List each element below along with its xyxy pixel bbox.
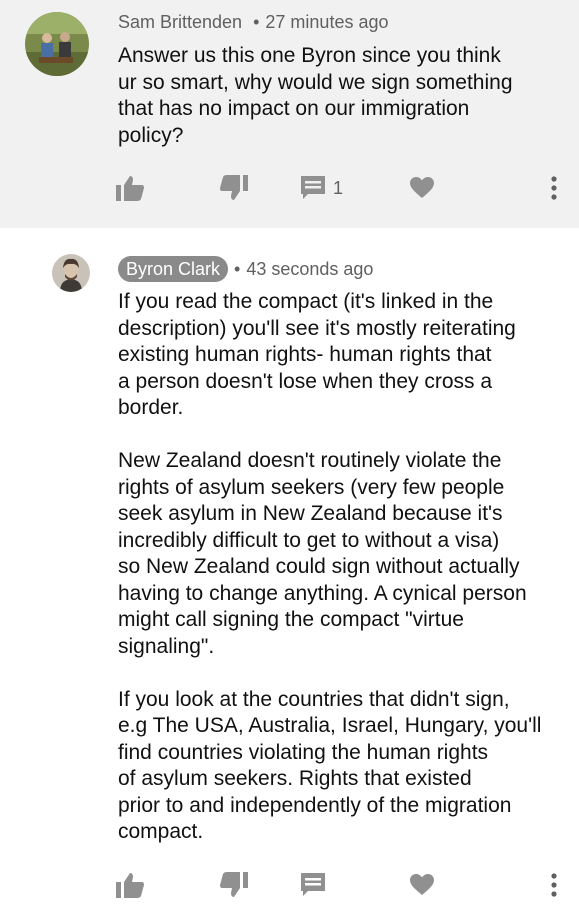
comment-paragraph: Answer us this one Byron since you think… — [118, 44, 513, 147]
heart-icon — [410, 177, 434, 199]
avatar[interactable] — [25, 12, 89, 76]
dislike-button[interactable] — [220, 865, 248, 905]
comment-text: Answer us this one Byron since you think… — [118, 43, 568, 176]
reply-icon — [301, 176, 325, 200]
comment-meta: Byron Clark • 43 seconds ago — [118, 256, 373, 282]
thumbs-up-icon — [116, 872, 144, 898]
heart-button[interactable] — [410, 865, 434, 905]
more-options-button[interactable] — [550, 865, 558, 905]
separator: • — [234, 258, 241, 279]
heart-button[interactable] — [410, 168, 434, 208]
author-name-chip[interactable]: Byron Clark — [118, 256, 229, 282]
heart-icon — [410, 874, 434, 896]
reply-icon — [301, 873, 325, 897]
separator: • — [253, 12, 260, 32]
comment-actions: 1 — [0, 168, 579, 208]
comment-sam-brittenden: Sam Brittenden • 27 minutes ago Answer us… — [0, 0, 579, 228]
comment-byron-clark: Byron Clark • 43 seconds ago If you read … — [0, 228, 579, 900]
author-name[interactable]: Sam Brittenden — [118, 12, 242, 32]
timestamp: 43 seconds ago — [246, 258, 374, 279]
comment-text: If you read the compact (it's linked in … — [118, 289, 568, 872]
comment-paragraph: If you look at the countries that didn't… — [118, 687, 542, 844]
more-options-button[interactable] — [550, 168, 558, 208]
dislike-button[interactable] — [220, 168, 248, 208]
comment-meta: Sam Brittenden • 27 minutes ago — [118, 12, 389, 33]
like-button[interactable] — [116, 865, 144, 905]
like-button[interactable] — [116, 168, 144, 208]
reply-button[interactable] — [301, 865, 325, 905]
reply-count: 1 — [333, 177, 344, 198]
comment-paragraph: If you read the compact (it's linked in … — [118, 290, 516, 419]
reply-button[interactable]: 1 — [301, 168, 343, 208]
timestamp: 27 minutes ago — [265, 12, 389, 32]
more-vertical-icon — [550, 873, 558, 897]
thumbs-down-icon — [220, 872, 248, 898]
comment-actions — [0, 865, 579, 905]
thumbs-up-icon — [116, 175, 144, 201]
comment-paragraph: New Zealand doesn't routinely violate th… — [118, 449, 527, 658]
thumbs-down-icon — [220, 175, 248, 201]
avatar[interactable] — [52, 254, 90, 292]
more-vertical-icon — [550, 176, 558, 200]
